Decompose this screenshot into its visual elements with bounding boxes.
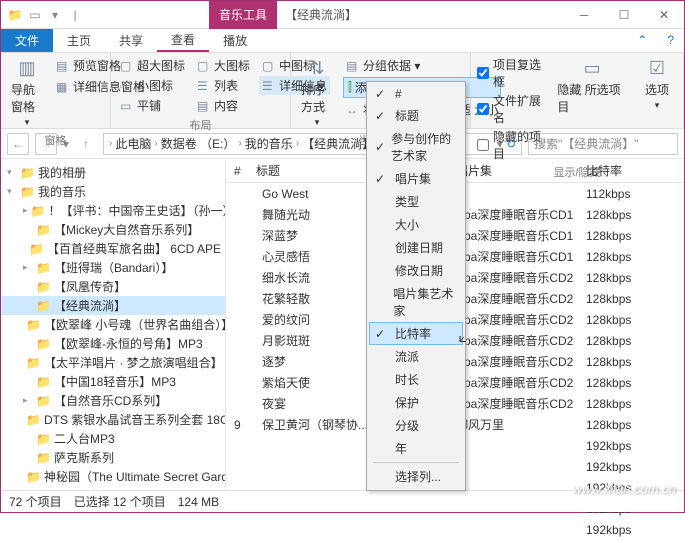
minimize-button[interactable]: ─	[564, 1, 604, 29]
tree-node[interactable]: ▾📁我的相册	[1, 163, 225, 182]
menu-item[interactable]: 类型	[369, 190, 463, 213]
file-tab[interactable]: 文件	[1, 29, 53, 52]
menu-item[interactable]: ✓参与创作的艺术家	[369, 127, 463, 167]
crumb-music[interactable]: 我的音乐	[245, 135, 293, 152]
view-l-icons[interactable]: ▢大图标	[194, 56, 253, 75]
menu-item[interactable]: ✓唱片集	[369, 167, 463, 190]
ribbon-collapse-icon[interactable]: ⌃	[627, 29, 657, 52]
ribbon-tabs: 文件 主页 共享 查看 播放 ⌃ ?	[1, 29, 684, 53]
nav-pane-button[interactable]: ▥导航窗格▾	[7, 56, 47, 130]
window-title: 【经典流淌】	[277, 6, 564, 23]
tree-node[interactable]: ▸📁【班得瑞（Bandari）】	[1, 258, 225, 277]
menu-item[interactable]: 创建日期	[369, 236, 463, 259]
table-row[interactable]: 192kbps	[226, 519, 684, 540]
tree-node[interactable]: 📁萨克斯系列	[1, 448, 225, 467]
menu-item[interactable]: 保护	[369, 391, 463, 414]
menu-item[interactable]: ✓比特率⟀	[369, 322, 463, 345]
menu-item[interactable]: 时长	[369, 368, 463, 391]
menu-item[interactable]: 唱片集艺术家	[369, 282, 463, 322]
divider: |	[67, 7, 83, 23]
ribbon: ▥导航窗格▾ ▤预览窗格 ▦详细信息窗格 窗格 ▢超大图标 ▫小图标 ▭平铺 ▢…	[1, 53, 684, 129]
file-list: # 标题 唱片集 比特率 Go West112kbps舞随光动Spa深度睡眠音乐…	[226, 159, 684, 489]
tab-home[interactable]: 主页	[53, 29, 105, 52]
sort-button[interactable]: ⇅排序方式▾	[297, 56, 337, 130]
crumb-drive[interactable]: 数据卷 （E:）	[161, 135, 236, 152]
hidden-items-toggle[interactable]: 隐藏的项目	[477, 128, 547, 162]
tab-view[interactable]: 查看	[157, 29, 209, 52]
view-tiles[interactable]: ▭平铺	[117, 96, 188, 115]
view-s-icons[interactable]: ▫小图标	[117, 76, 188, 95]
tree-node[interactable]: 📁神秘园全集.MP3.192kbps	[1, 486, 225, 489]
close-button[interactable]: ✕	[644, 1, 684, 29]
menu-item[interactable]: 修改日期	[369, 259, 463, 282]
maximize-button[interactable]: ☐	[604, 1, 644, 29]
folder-icon: 📁	[7, 7, 23, 23]
tree-node[interactable]: 📁【凤凰传奇】	[1, 277, 225, 296]
tree-node[interactable]: ▸📁！【评书：中国帝王史话】（孙一）	[1, 201, 225, 220]
menu-item[interactable]: 选择列...	[369, 465, 463, 488]
menu-item[interactable]: 大小	[369, 213, 463, 236]
crumb-pc[interactable]: 此电脑	[115, 135, 151, 152]
item-checkboxes-toggle[interactable]: 项目复选框	[477, 56, 547, 90]
hide-selected-button[interactable]: ▭隐藏 所选项目	[553, 56, 631, 117]
menu-item[interactable]: 年	[369, 437, 463, 460]
tree-node[interactable]: 📁【经典流淌】	[1, 296, 225, 315]
props-icon[interactable]: ▭	[27, 7, 43, 23]
tree-node[interactable]: ▸📁【自然音乐CD系列】	[1, 391, 225, 410]
view-list[interactable]: ☰列表	[194, 76, 253, 95]
status-size: 124 MB	[178, 495, 219, 509]
menu-item[interactable]: ✓标题	[369, 104, 463, 127]
file-ext-toggle[interactable]: 文件扩展名	[477, 92, 547, 126]
tree-node[interactable]: 📁神秘园（The Ultimate Secret Garden）	[1, 467, 225, 486]
navigation-tree[interactable]: ▾📁我的相册▾📁我的音乐▸📁！【评书：中国帝王史话】（孙一）📁【Mickey大自…	[1, 159, 226, 489]
view-xl-icons[interactable]: ▢超大图标	[117, 56, 188, 75]
tree-node[interactable]: 📁【中国18轻音乐】MP3	[1, 372, 225, 391]
help-icon[interactable]: ?	[657, 29, 684, 52]
add-column-menu[interactable]: ✓#✓标题✓参与创作的艺术家✓唱片集类型大小创建日期修改日期唱片集艺术家✓比特率…	[366, 81, 466, 491]
watermark: www.Xfan.com.cn	[573, 481, 676, 496]
tree-node[interactable]: 📁DTS 紫银水晶试音王系列全套 18CD	[1, 410, 225, 429]
tree-node[interactable]: 📁【百首经典军旅名曲】 6CD APE	[1, 239, 225, 258]
title-bar: 📁 ▭ ▾ | 音乐工具 【经典流淌】 ─ ☐ ✕	[1, 1, 684, 29]
tree-node[interactable]: 📁【欧翠峰 小号魂（世界名曲组合）】	[1, 315, 225, 334]
status-selected: 已选择 12 个项目	[74, 493, 166, 510]
group-layout-label: 布局	[117, 115, 284, 133]
tree-node[interactable]: 📁二人台MP3	[1, 429, 225, 448]
qat-dropdown-icon[interactable]: ▾	[47, 7, 63, 23]
group-panes-label: 窗格	[7, 130, 104, 148]
context-tab-music[interactable]: 音乐工具	[209, 1, 277, 29]
tree-node[interactable]: 📁【Mickey大自然音乐系列】	[1, 220, 225, 239]
tab-share[interactable]: 共享	[105, 29, 157, 52]
menu-item[interactable]: ✓#	[369, 84, 463, 104]
tree-node[interactable]: 📁【欧翠峰-永恒的号角】MP3	[1, 334, 225, 353]
col-album[interactable]: 唱片集	[456, 162, 586, 179]
menu-item[interactable]: 分级	[369, 414, 463, 437]
view-content[interactable]: ▤内容	[194, 96, 253, 115]
col-num[interactable]: #	[226, 164, 256, 178]
status-item-count: 72 个项目	[9, 493, 62, 510]
options-button[interactable]: ☑选项▾	[637, 56, 677, 113]
tab-play[interactable]: 播放	[209, 29, 261, 52]
quick-access-toolbar: 📁 ▭ ▾ |	[1, 7, 89, 23]
tree-node[interactable]: 📁【太平洋唱片 · 梦之旅演唱组合】	[1, 353, 225, 372]
tree-node[interactable]: ▾📁我的音乐	[1, 182, 225, 201]
col-bitrate[interactable]: 比特率	[586, 162, 646, 179]
menu-item[interactable]: 流派	[369, 345, 463, 368]
